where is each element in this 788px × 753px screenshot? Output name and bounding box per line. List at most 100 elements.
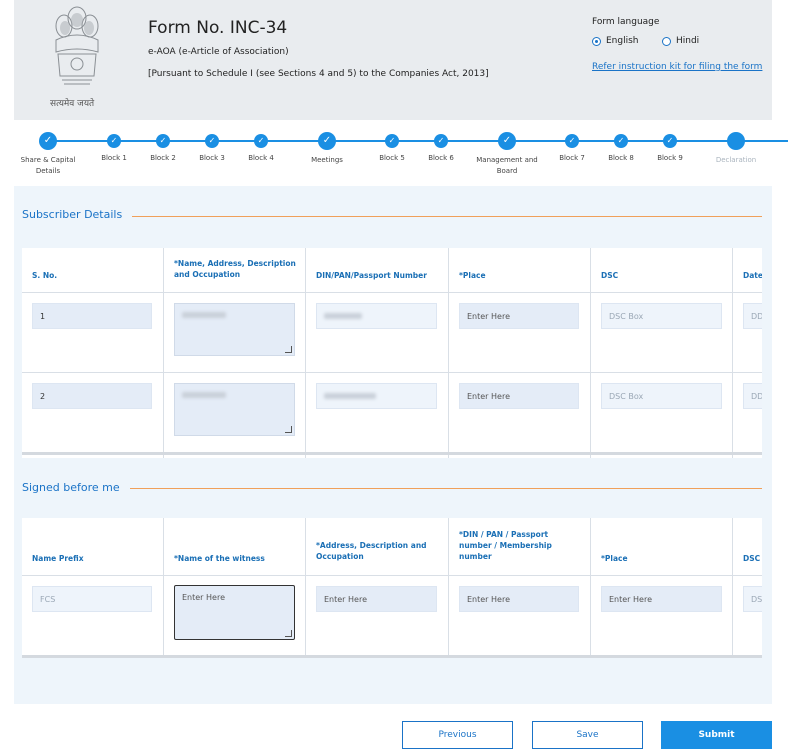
submit-button[interactable]: Submit <box>661 721 772 749</box>
table-divider <box>22 372 762 373</box>
witness-name-input[interactable]: Enter Here <box>174 585 295 640</box>
step-complete-check-icon: ✓ <box>663 134 677 148</box>
din-field[interactable] <box>316 303 437 329</box>
subscriber-table: S. No. *Name, Address, Description and O… <box>22 248 762 458</box>
table-divider <box>732 248 733 458</box>
step-complete-check-icon: ✓ <box>39 132 57 150</box>
date-field[interactable]: DD <box>743 383 762 409</box>
column-header-address: *Address, Description and Occupation <box>316 541 427 561</box>
save-button[interactable]: Save <box>532 721 643 749</box>
instruction-kit-link[interactable]: Refer instruction kit for filing the for… <box>592 62 762 72</box>
step-current-icon <box>727 132 745 150</box>
resize-handle-icon[interactable] <box>285 346 292 353</box>
witness-table: Name Prefix *Name of the witness *Addres… <box>22 518 762 658</box>
sno-field[interactable]: 1 <box>32 303 152 329</box>
table-divider <box>305 518 306 658</box>
column-header-dsc: DSC <box>743 554 761 563</box>
step-block-6[interactable]: ✓ Block 6 <box>406 128 476 164</box>
step-complete-check-icon: ✓ <box>385 134 399 148</box>
redacted-text <box>182 392 226 398</box>
column-header-witness-name: *Name of the witness <box>174 554 265 563</box>
step-complete-check-icon: ✓ <box>107 134 121 148</box>
witness-address-input[interactable]: Enter Here <box>316 586 437 612</box>
resize-handle-icon[interactable] <box>285 630 292 637</box>
redacted-text <box>324 393 376 399</box>
step-complete-check-icon: ✓ <box>565 134 579 148</box>
name-address-field[interactable] <box>174 383 295 436</box>
radio-unselected-icon[interactable] <box>662 36 671 46</box>
form-panel: Subscriber Details S. No. *Name, Address… <box>14 186 772 704</box>
language-option-label: Hindi <box>676 36 700 46</box>
table-divider <box>590 248 591 458</box>
radio-selected-icon[interactable] <box>592 36 601 46</box>
witness-place-input[interactable]: Enter Here <box>601 586 722 612</box>
name-prefix-field[interactable]: FCS <box>32 586 152 612</box>
language-option-hindi[interactable]: Hindi <box>662 36 699 46</box>
column-header-place: *Place <box>601 554 628 563</box>
step-label: Share & Capital Details <box>20 156 76 175</box>
table-divider <box>448 518 449 658</box>
step-complete-check-icon: ✓ <box>614 134 628 148</box>
national-emblem-icon <box>55 6 99 85</box>
form-subtitle: e-AOA (e-Article of Association) <box>148 47 289 57</box>
date-field[interactable]: DD <box>743 303 762 329</box>
resize-handle-icon[interactable] <box>285 426 292 433</box>
step-label: Block 9 <box>657 154 683 162</box>
dsc-box[interactable]: DSC Box <box>601 383 722 409</box>
column-header-dsc: DSC <box>601 271 619 280</box>
step-block-9[interactable]: ✓ Block 9 <box>635 128 705 164</box>
redacted-text <box>182 312 226 318</box>
form-language-label: Form language <box>592 17 660 27</box>
language-option-label: English <box>606 36 639 46</box>
table-divider <box>163 248 164 458</box>
table-divider <box>22 292 762 293</box>
step-label: Block 6 <box>428 154 454 162</box>
section-title-witness: Signed before me <box>22 481 120 494</box>
step-meetings[interactable]: ✓ Meetings <box>292 128 362 166</box>
table-divider <box>590 518 591 658</box>
section-title-subscriber: Subscriber Details <box>22 208 123 221</box>
language-option-english[interactable]: English <box>592 36 639 46</box>
step-share-capital-details[interactable]: ✓ Share & Capital Details <box>13 128 83 177</box>
step-management-and-board[interactable]: ✓ Management and Board <box>472 128 542 177</box>
step-complete-check-icon: ✓ <box>156 134 170 148</box>
form-header: सत्यमेव जयते Form No. INC-34 e-AOA (e-Ar… <box>14 0 772 120</box>
step-complete-check-icon: ✓ <box>254 134 268 148</box>
witness-din-input[interactable]: Enter Here <box>459 586 579 612</box>
previous-button[interactable]: Previous <box>402 721 513 749</box>
table-divider <box>163 518 164 658</box>
sno-field[interactable]: 2 <box>32 383 152 409</box>
column-header-place: *Place <box>459 271 486 280</box>
place-input[interactable]: Enter Here <box>459 303 579 329</box>
witness-name-placeholder: Enter Here <box>182 593 225 602</box>
step-complete-check-icon: ✓ <box>318 132 336 150</box>
form-stepper: ✓ Share & Capital Details ✓ Block 1 ✓ Block 2… <box>0 128 788 178</box>
place-input[interactable]: Enter Here <box>459 383 579 409</box>
step-block-4[interactable]: ✓ Block 4 <box>226 128 296 164</box>
column-header-sno: S. No. <box>32 271 58 280</box>
section-divider <box>130 488 762 489</box>
column-header-name: *Name, Address, Description and Occupati… <box>174 259 296 279</box>
step-complete-check-icon: ✓ <box>434 134 448 148</box>
step-label: Block 4 <box>248 154 274 162</box>
dsc-box[interactable]: DSC Box <box>601 303 722 329</box>
table-divider <box>22 575 762 576</box>
step-complete-check-icon: ✓ <box>498 132 516 150</box>
witness-dsc-box[interactable]: DS <box>743 586 762 612</box>
emblem-motto: सत्यमेव जयते <box>50 99 95 109</box>
column-header-date: Date <box>743 271 762 280</box>
table-divider <box>732 518 733 658</box>
redacted-text <box>324 313 362 319</box>
section-divider <box>132 216 762 217</box>
step-complete-check-icon: ✓ <box>205 134 219 148</box>
column-header-prefix: Name Prefix <box>32 554 84 563</box>
step-declaration[interactable]: Declaration <box>701 128 771 166</box>
form-pursuant-text: [Pursuant to Schedule I (see Sections 4 … <box>148 69 489 79</box>
horizontal-scrollbar[interactable] <box>22 452 762 455</box>
column-header-din: DIN/PAN/Passport Number <box>316 271 427 280</box>
din-field[interactable] <box>316 383 437 409</box>
name-address-field[interactable] <box>174 303 295 356</box>
step-label: Meetings <box>311 156 343 164</box>
horizontal-scrollbar[interactable] <box>22 655 762 658</box>
form-title: Form No. INC-34 <box>148 18 288 38</box>
